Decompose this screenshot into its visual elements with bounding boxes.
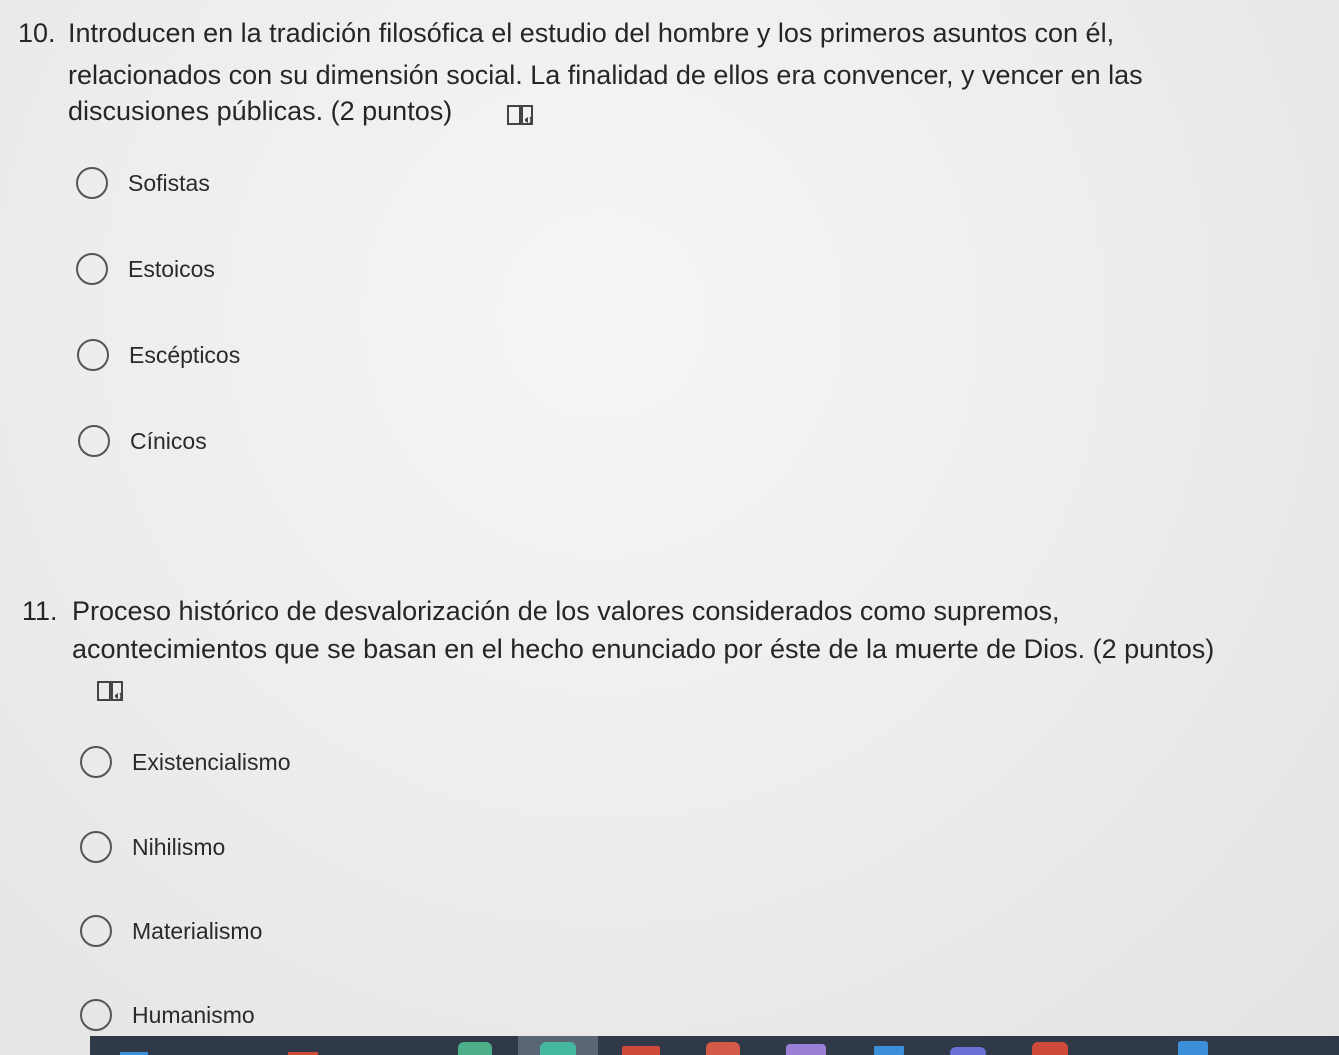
radio-button[interactable] [76, 167, 108, 199]
question-text-line: discusiones públicas. (2 puntos) [68, 96, 453, 126]
option-nihilismo[interactable]: Nihilismo [80, 827, 225, 867]
chrome-icon[interactable] [1032, 1042, 1068, 1055]
option-label: Estoicos [128, 255, 215, 282]
option-materialismo[interactable]: Materialismo [80, 911, 262, 951]
question-text-line: Introducen en la tradición filosófica el… [68, 18, 1115, 48]
app-icon[interactable] [1178, 1041, 1208, 1055]
option-sofistas[interactable]: Sofistas [76, 163, 210, 203]
radio-button[interactable] [80, 999, 112, 1031]
teams-icon[interactable] [950, 1047, 986, 1055]
option-label: Existencialismo [132, 748, 291, 775]
option-label: Sofistas [128, 169, 210, 196]
browser-icon[interactable] [458, 1042, 492, 1055]
app-icon[interactable] [874, 1046, 904, 1055]
radio-button[interactable] [80, 831, 112, 863]
radio-button[interactable] [80, 915, 112, 947]
question-text-line: acontecimientos que se basan en el hecho… [72, 634, 1215, 664]
option-label: Nihilismo [132, 833, 226, 860]
office-icon[interactable] [622, 1046, 660, 1055]
radio-button[interactable] [80, 746, 112, 778]
app-icon[interactable] [540, 1042, 576, 1055]
app-icon[interactable] [706, 1042, 740, 1055]
radio-button[interactable] [77, 339, 109, 371]
taskbar [90, 1036, 1339, 1055]
option-humanismo[interactable]: Humanismo [80, 995, 255, 1035]
question-text-line: relacionados con su dimensión social. La… [68, 60, 1143, 90]
option-estoicos[interactable]: Estoicos [76, 249, 215, 289]
option-label: Escépticos [129, 341, 241, 368]
option-label: Materialismo [132, 917, 263, 944]
immersive-reader-icon[interactable] [506, 104, 536, 128]
immersive-reader-icon[interactable] [96, 680, 126, 704]
option-label: Cínicos [130, 427, 207, 454]
question-number: 11. [22, 596, 58, 626]
question-number: 10. [18, 18, 56, 48]
app-icon[interactable] [786, 1044, 826, 1055]
option-existencialismo[interactable]: Existencialismo [80, 742, 291, 782]
question-text-line: Proceso histórico de desvalorización de … [72, 596, 1060, 626]
option-escepticos[interactable]: Escépticos [77, 335, 240, 375]
option-cinicos[interactable]: Cínicos [78, 421, 207, 461]
radio-button[interactable] [78, 425, 110, 457]
radio-button[interactable] [76, 253, 108, 285]
option-label: Humanismo [132, 1001, 255, 1028]
